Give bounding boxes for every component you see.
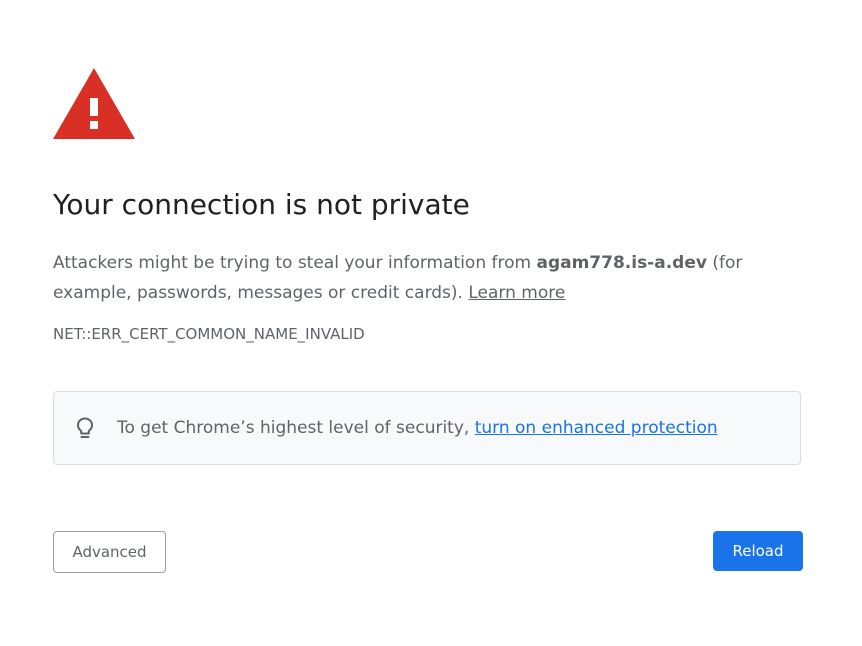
explanation-prefix: Attackers might be trying to steal your … bbox=[53, 253, 537, 273]
advanced-button[interactable]: Advanced bbox=[53, 531, 166, 573]
hostname: agam778.is-a.dev bbox=[536, 253, 707, 273]
enhanced-protection-promo: To get Chrome’s highest level of securit… bbox=[53, 391, 801, 465]
learn-more-link[interactable]: Learn more bbox=[468, 283, 565, 303]
lightbulb-icon bbox=[73, 416, 97, 440]
reload-button[interactable]: Reload bbox=[713, 531, 803, 571]
explanation-text: Attackers might be trying to steal your … bbox=[53, 248, 813, 308]
page-title: Your connection is not private bbox=[53, 188, 470, 221]
promo-label: To get Chrome’s highest level of securit… bbox=[117, 418, 475, 438]
enhanced-protection-link[interactable]: turn on enhanced protection bbox=[475, 418, 718, 438]
warning-triangle-icon bbox=[53, 68, 135, 139]
promo-text: To get Chrome’s highest level of securit… bbox=[117, 418, 718, 438]
error-code: NET::ERR_CERT_COMMON_NAME_INVALID bbox=[53, 325, 365, 343]
